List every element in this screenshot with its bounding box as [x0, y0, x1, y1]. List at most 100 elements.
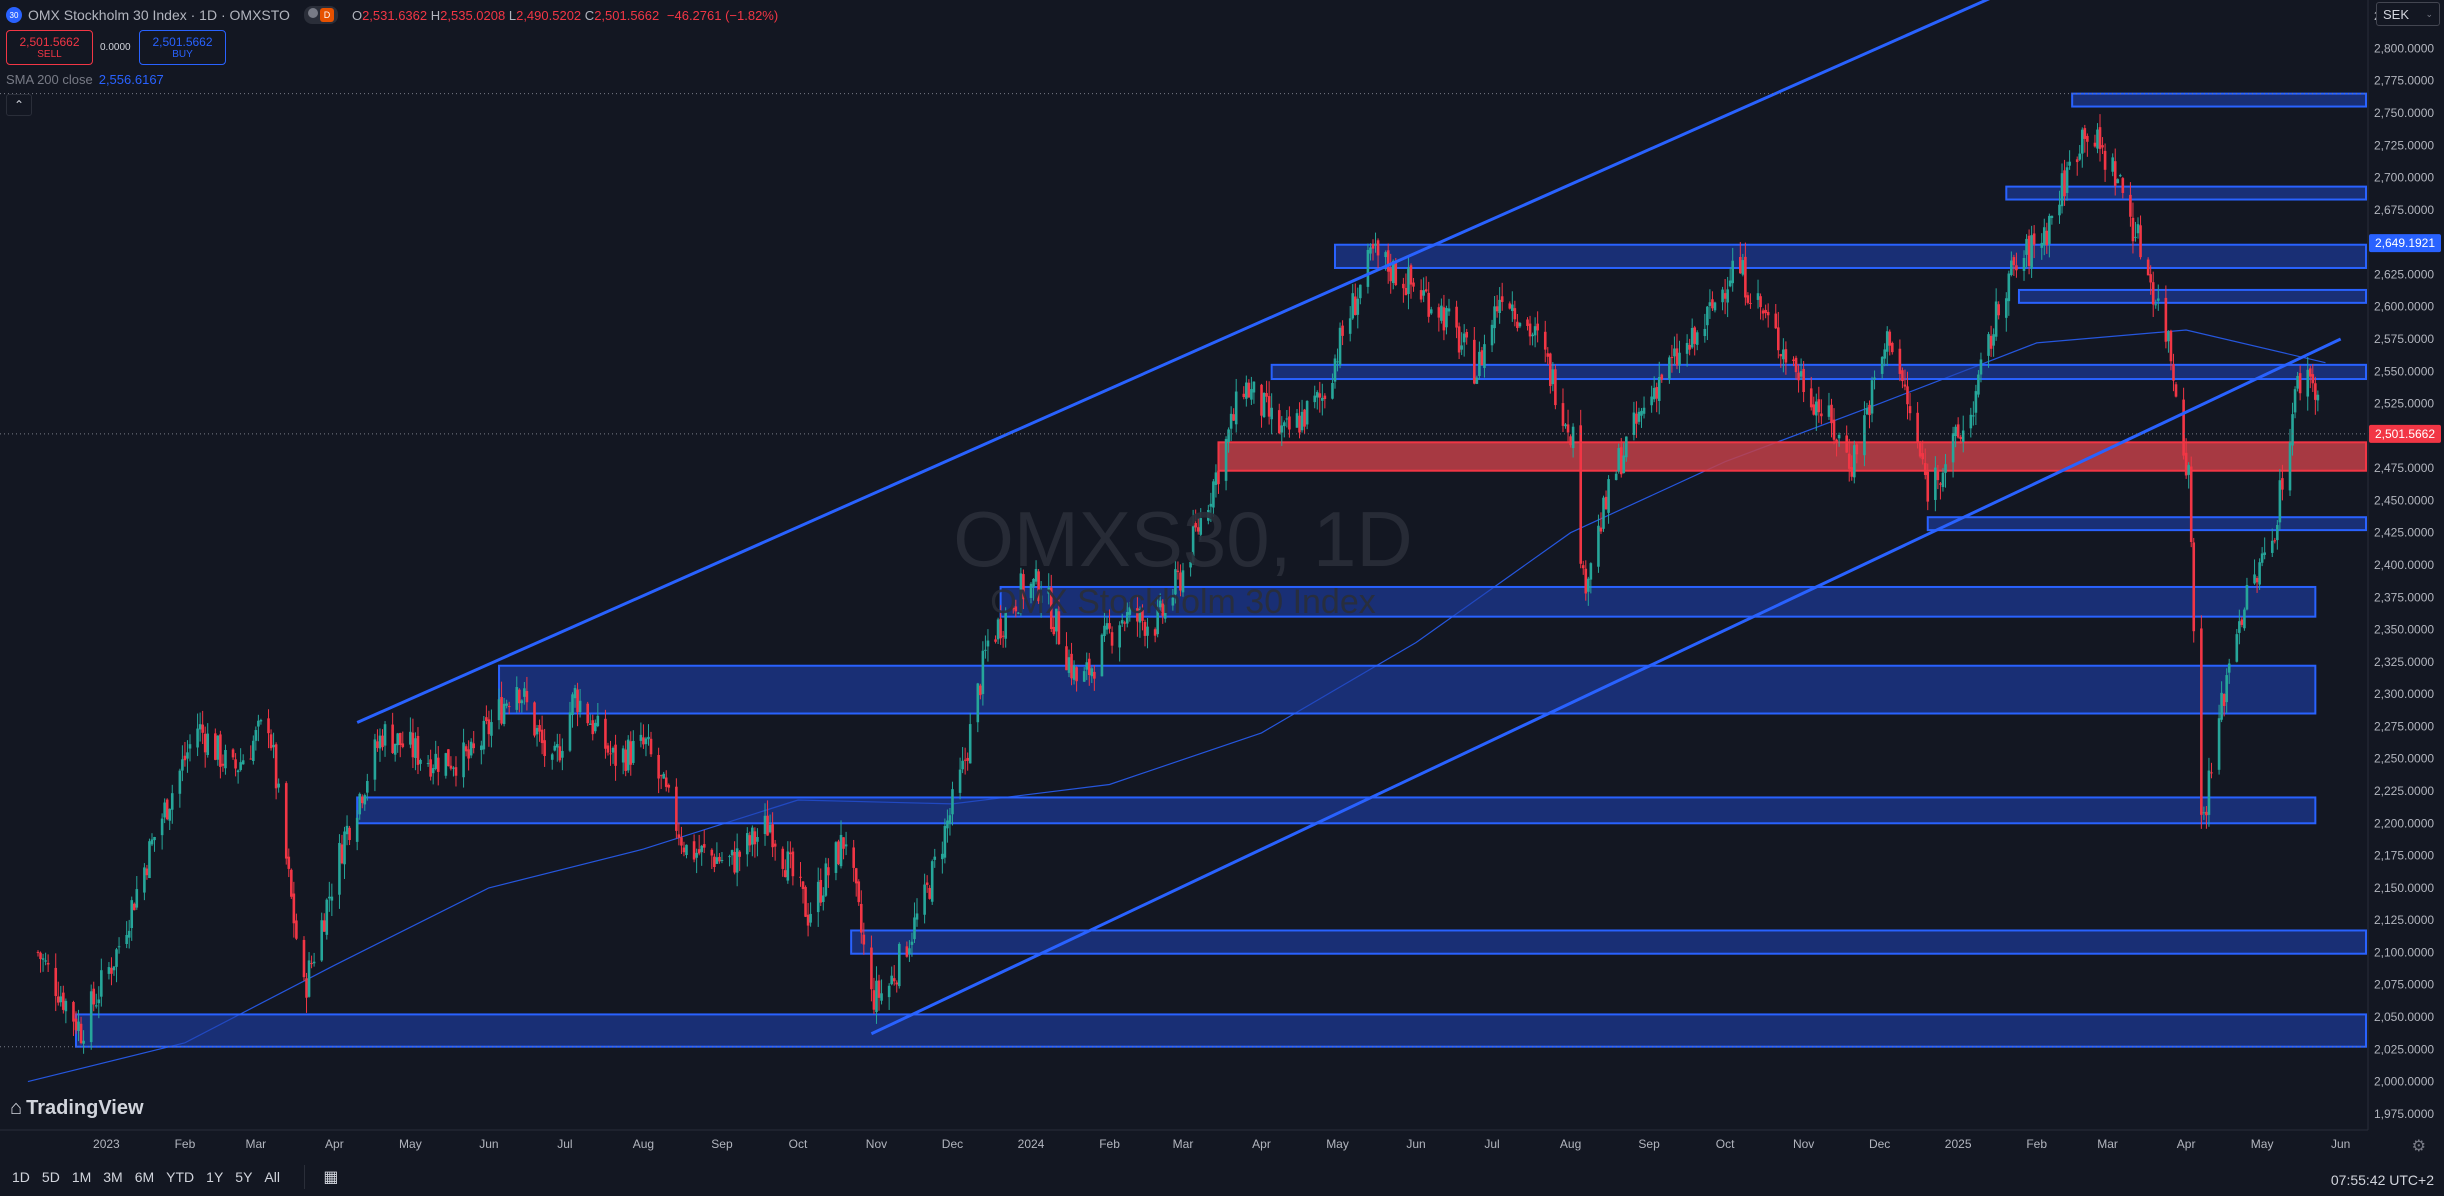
sma-legend[interactable]: SMA 200 close 2,556.6167 [6, 72, 164, 87]
candle-body [1693, 327, 1697, 344]
candle-body [2065, 167, 2069, 193]
candle-body [748, 835, 752, 846]
tradingview-logo[interactable]: ⌂ TradingView [10, 1097, 144, 1120]
symbol-title[interactable]: OMX Stockholm 30 Index · 1D · OMXSTO [28, 7, 290, 23]
range-1d[interactable]: 1D [8, 1165, 34, 1189]
candle-body [72, 1002, 75, 1022]
candle-body [2136, 224, 2140, 234]
candle-body [292, 893, 296, 924]
candle-body [1794, 357, 1798, 373]
candle-body [1657, 376, 1661, 401]
candle-body [2225, 675, 2228, 703]
candle-body [573, 688, 577, 699]
candle-body [1409, 265, 1413, 285]
candle-body [2129, 194, 2132, 217]
candle-body [2078, 153, 2082, 160]
range-3m[interactable]: 3M [99, 1165, 126, 1189]
candle-body [1741, 260, 1745, 275]
candle-body [738, 851, 741, 857]
candle-body [426, 763, 430, 765]
candle-body [680, 837, 683, 846]
range-all[interactable]: All [260, 1165, 284, 1189]
candle-body [2311, 374, 2315, 384]
currency-select[interactable]: SEK ⌄ [2376, 2, 2440, 26]
candle-body [1820, 413, 1823, 417]
candle-body [1974, 391, 1978, 413]
candle-body [1589, 563, 1593, 580]
candle-body [414, 738, 417, 758]
candle-body [2293, 389, 2297, 413]
candle-body [360, 796, 364, 804]
candle-body [2154, 304, 2158, 306]
y-tick-label: 2,125.0000 [2374, 913, 2434, 927]
candle-body [1090, 668, 1094, 677]
watermark-symbol: OMXS30, 1D [953, 495, 1413, 583]
range-5d[interactable]: 5D [38, 1165, 64, 1189]
candle-body [252, 740, 255, 761]
candle-body [571, 694, 574, 716]
candle-body [1445, 307, 1448, 328]
candle-body [2118, 175, 2122, 177]
candle-body [1305, 400, 1309, 425]
range-1y[interactable]: 1Y [202, 1165, 227, 1189]
candle-body [348, 827, 351, 841]
collapse-legend-button[interactable]: ⌃ [6, 94, 32, 116]
resistance-zone-red [1217, 441, 2367, 472]
price-chart[interactable]: OMXS30, 1D OMX Stockholm 30 Index 2,825.… [0, 0, 2444, 1196]
candle-body [771, 824, 774, 848]
candle-body [1455, 306, 1458, 328]
candle-body [267, 718, 270, 734]
range-ytd[interactable]: YTD [162, 1165, 198, 1189]
open-value: 2,531.6362 [362, 7, 428, 23]
candle-body [1473, 339, 1476, 384]
candle-body [1313, 395, 1317, 403]
candle-body [1863, 415, 1866, 456]
candle-body [284, 783, 288, 859]
candle-body [821, 895, 825, 903]
candle-body [59, 996, 63, 1003]
clock[interactable]: 07:55:42 UTC+2 [2331, 1172, 2434, 1188]
candle-body [62, 992, 65, 1010]
candle-body [310, 963, 313, 965]
candle-body [1921, 453, 1924, 460]
candle-body [507, 706, 511, 708]
candle-body [1353, 296, 1357, 316]
x-tick-label: Apr [325, 1137, 344, 1151]
range-5y[interactable]: 5Y [231, 1165, 256, 1189]
x-tick-label: May [399, 1137, 422, 1151]
candle-body [1331, 382, 1334, 399]
candle-body [2167, 331, 2170, 342]
y-tick-label: 2,525.0000 [2374, 397, 2434, 411]
candle-body [2314, 383, 2317, 400]
candle-body [1389, 268, 1393, 282]
candle-body [2032, 233, 2036, 245]
candle-body [464, 746, 468, 752]
candle-body [1951, 433, 1955, 463]
gear-icon[interactable]: ⚙ [2412, 1136, 2426, 1156]
candle-body [839, 834, 843, 867]
candle-body [1065, 646, 1068, 671]
candle-body [1675, 348, 1679, 366]
range-6m[interactable]: 6M [131, 1165, 158, 1189]
candle-body [657, 754, 660, 779]
market-status[interactable]: D [303, 6, 338, 24]
symbol-logo: 30 [6, 7, 22, 23]
candle-body [36, 951, 40, 953]
candle-body [1835, 439, 1838, 443]
calendar-icon[interactable]: ▦ [303, 1165, 343, 1189]
candle-body [1374, 243, 1377, 246]
candle-body [753, 831, 757, 845]
candle-body [1267, 396, 1271, 417]
sell-button[interactable]: 2,501.5662 SELL [6, 30, 93, 65]
candle-body [1903, 384, 1907, 387]
range-1m[interactable]: 1M [68, 1165, 95, 1189]
y-tick-label: 2,250.0000 [2374, 752, 2434, 766]
y-tick-label: 2,625.0000 [2374, 267, 2434, 281]
candle-body [54, 967, 58, 997]
candle-body [272, 744, 275, 748]
currency-value: SEK [2383, 6, 2410, 22]
candle-body [132, 903, 136, 911]
candle-body [642, 737, 645, 745]
candle-body [1551, 369, 1555, 385]
buy-button[interactable]: 2,501.5662 BUY [139, 30, 226, 65]
